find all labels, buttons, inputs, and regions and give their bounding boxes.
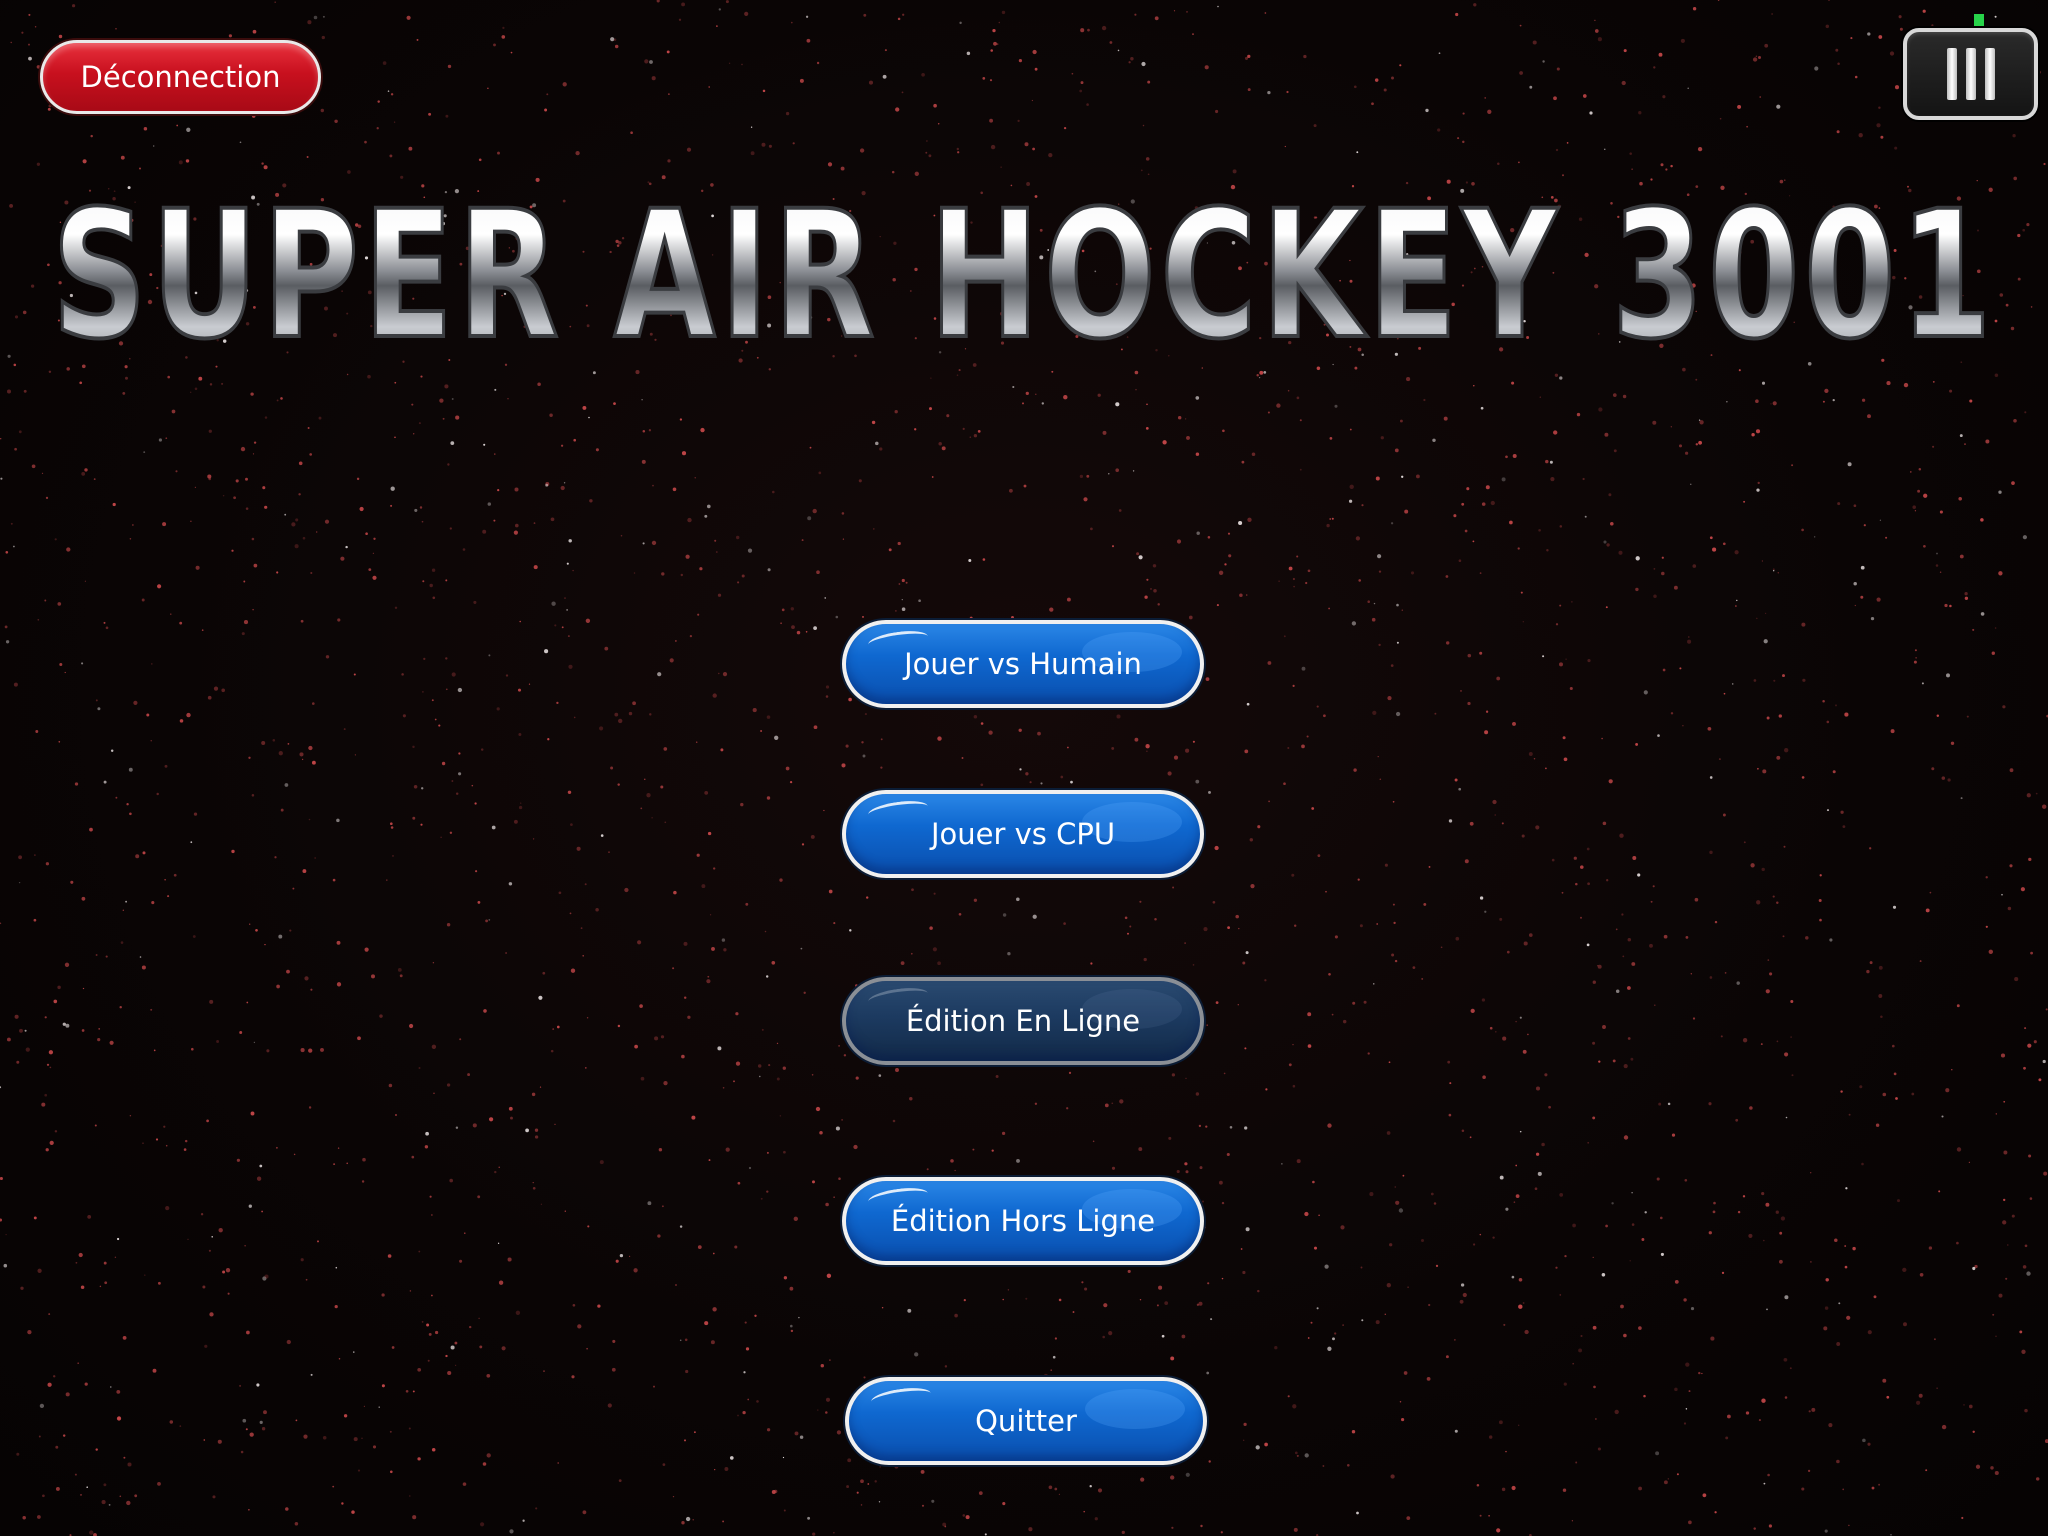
status-indicator (1974, 14, 1984, 28)
play-vs-human-label: Jouer vs Humain (904, 647, 1142, 681)
menu-button[interactable] (1903, 28, 2038, 120)
quit-label: Quitter (975, 1404, 1077, 1438)
online-edit-button[interactable]: Édition En Ligne (842, 977, 1204, 1065)
play-vs-cpu-label: Jouer vs CPU (930, 817, 1116, 851)
offline-edit-label: Édition Hors Ligne (890, 1204, 1156, 1238)
game-title-text: SUPER AIR HOCKEY 3001 (52, 176, 1996, 376)
play-vs-cpu-button[interactable]: Jouer vs CPU (842, 790, 1204, 878)
logout-button[interactable]: Déconnection (40, 40, 321, 114)
play-vs-human-button[interactable]: Jouer vs Humain (842, 620, 1204, 708)
online-edit-label: Édition En Ligne (905, 1004, 1141, 1038)
logout-button-label: Déconnection (80, 60, 281, 94)
offline-edit-button[interactable]: Édition Hors Ligne (842, 1177, 1204, 1265)
quit-button[interactable]: Quitter (845, 1377, 1207, 1465)
main-menu-screen: Déconnection SUPER AIR HOCKEY 3001 Jouer… (0, 0, 2048, 1536)
game-title: SUPER AIR HOCKEY 3001 (52, 176, 1996, 376)
hamburger-icon (1946, 48, 1995, 100)
